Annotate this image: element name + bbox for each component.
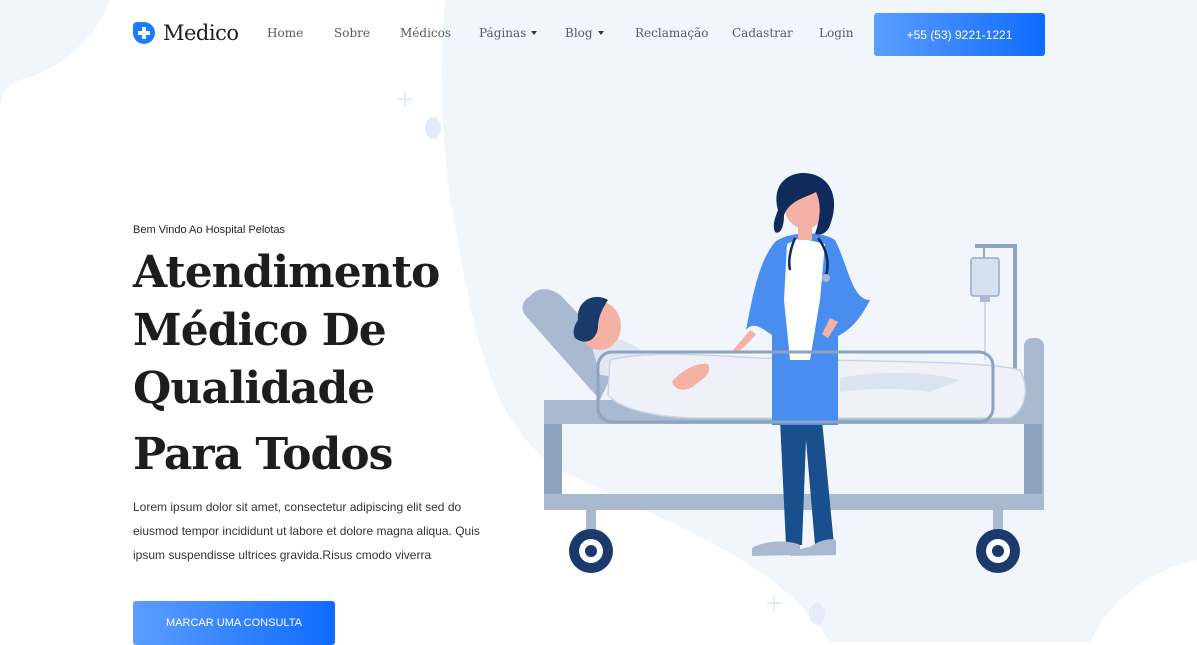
nav-home[interactable]: Home bbox=[267, 26, 303, 40]
phone-button[interactable]: +55 (53) 9221-1221 bbox=[874, 13, 1045, 56]
nav-reclamacao[interactable]: Reclamação bbox=[635, 26, 708, 40]
hero-eyebrow: Bem Vindo Ao Hospital Pelotas bbox=[133, 224, 286, 236]
headline-line-3: Qualidade bbox=[133, 363, 375, 414]
logo-text: Medico bbox=[163, 21, 239, 45]
nav-paginas-label: Páginas bbox=[479, 26, 527, 40]
iv-stand bbox=[970, 244, 1017, 374]
nav-medicos[interactable]: Médicos bbox=[400, 26, 451, 40]
nav-blog[interactable]: Blog bbox=[565, 26, 604, 40]
nav-blog-label: Blog bbox=[565, 26, 593, 40]
caret-down-icon bbox=[597, 31, 604, 35]
nav-login[interactable]: Login bbox=[819, 26, 853, 40]
nav-sobre[interactable]: Sobre bbox=[334, 26, 370, 40]
site-header: Medico Home Sobre Médicos Páginas Blog R… bbox=[0, 0, 1197, 68]
nav-cadastrar[interactable]: Cadastrar bbox=[732, 26, 793, 40]
medical-cross-icon bbox=[133, 22, 155, 44]
headline-line-2: Médico De bbox=[133, 305, 387, 356]
hero-text: Bem Vindo Ao Hospital Pelotas Atendiment… bbox=[133, 224, 513, 567]
hero-description: Lorem ipsum dolor sit amet, consectetur … bbox=[133, 500, 480, 562]
nav-paginas[interactable]: Páginas bbox=[479, 26, 538, 40]
headline-line-4: Para Todos bbox=[133, 429, 393, 480]
hero-headline: Atendimento Médico De Qualidade Para Tod… bbox=[133, 244, 513, 484]
headline-line-1: Atendimento bbox=[133, 247, 440, 298]
logo[interactable]: Medico bbox=[133, 21, 239, 45]
book-appointment-button[interactable]: MARCAR UMA CONSULTA bbox=[133, 601, 335, 645]
caret-down-icon bbox=[531, 31, 538, 35]
